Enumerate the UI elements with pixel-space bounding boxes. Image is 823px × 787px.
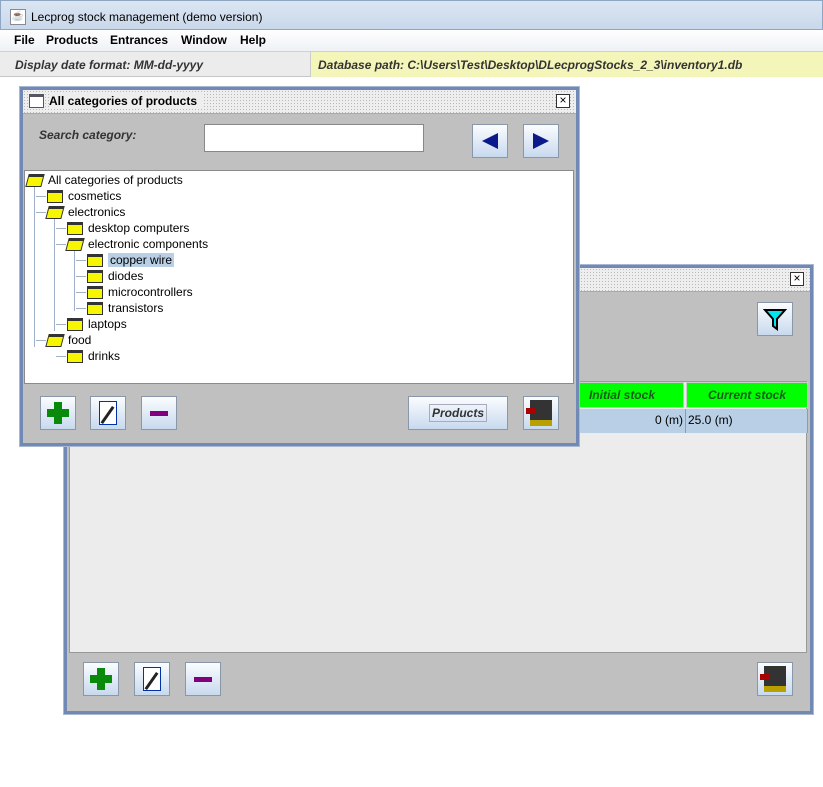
tree-node[interactable]: electronic components xyxy=(56,236,209,252)
menu-help[interactable]: Help xyxy=(240,33,266,47)
menu-window[interactable]: Window xyxy=(181,33,227,47)
tree-node-label: laptops xyxy=(88,317,127,331)
categories-frame-titlebar[interactable]: All categories of products × xyxy=(23,90,576,114)
tree-node[interactable]: diodes xyxy=(76,268,144,284)
tree-node-label: cosmetics xyxy=(68,189,122,203)
folder-icon xyxy=(67,317,83,331)
tree-line xyxy=(76,308,86,309)
minus-icon xyxy=(194,676,212,682)
folder-open-icon xyxy=(45,333,65,347)
tree-line xyxy=(56,228,66,229)
exit-button[interactable] xyxy=(757,662,793,696)
window-titlebar: ☕ Lecprog stock management (demo version… xyxy=(0,0,823,30)
tree-node[interactable]: transistors xyxy=(76,300,164,316)
tree-line xyxy=(54,219,55,331)
folder-icon xyxy=(87,301,103,315)
exit-door-icon xyxy=(526,400,552,426)
delete-product-button[interactable] xyxy=(185,662,221,696)
edit-icon xyxy=(99,401,117,425)
search-label: Search category: xyxy=(39,128,137,142)
tree-line xyxy=(76,292,86,293)
column-header-current-stock[interactable]: Current stock xyxy=(686,382,808,408)
edit-product-button[interactable] xyxy=(134,662,170,696)
folder-open-icon xyxy=(65,237,85,251)
folder-open-icon xyxy=(25,173,45,187)
date-format-label: Display date format: MM-dd-yyyy xyxy=(15,58,204,72)
tree-line xyxy=(56,356,66,357)
previous-button[interactable] xyxy=(472,124,508,158)
tree-node[interactable]: All categories of products xyxy=(25,172,183,188)
exit-button[interactable] xyxy=(523,396,559,430)
arrow-left-icon xyxy=(482,133,498,149)
tree-node-label: transistors xyxy=(108,301,164,315)
close-icon[interactable]: × xyxy=(556,94,570,108)
folder-icon xyxy=(87,269,103,283)
tree-line xyxy=(76,276,86,277)
tree-node-label: diodes xyxy=(108,269,144,283)
frame-title: All categories of products xyxy=(49,94,204,108)
tree-line xyxy=(36,340,46,341)
database-path-label: Database path: C:\Users\Test\Desktop\DLe… xyxy=(310,52,823,77)
tree-node[interactable]: laptops xyxy=(56,316,127,332)
tree-node[interactable]: copper wire xyxy=(76,252,175,268)
edit-category-button[interactable] xyxy=(90,396,126,430)
tree-line xyxy=(36,212,46,213)
tree-node-label: electronic components xyxy=(88,237,209,251)
add-category-button[interactable] xyxy=(40,396,76,430)
minus-icon xyxy=(150,410,168,416)
tree-node-label: desktop computers xyxy=(88,221,190,235)
filter-icon xyxy=(763,309,787,331)
java-app-icon: ☕ xyxy=(10,9,26,25)
category-tree: All categories of products cosmetics elect… xyxy=(24,170,574,384)
tree-node[interactable]: desktop computers xyxy=(56,220,190,236)
plus-icon xyxy=(47,402,69,424)
filter-button[interactable] xyxy=(757,302,793,336)
products-button[interactable]: Products xyxy=(408,396,508,430)
tree-node[interactable]: cosmetics xyxy=(36,188,122,204)
tree-node-label: drinks xyxy=(88,349,121,363)
exit-door-icon xyxy=(760,666,786,692)
menu-bar: File Products Entrances Window Help xyxy=(0,30,823,52)
add-product-button[interactable] xyxy=(83,662,119,696)
tree-line xyxy=(56,244,66,245)
folder-icon xyxy=(47,189,63,203)
plus-icon xyxy=(90,668,112,690)
tree-line xyxy=(74,251,75,311)
edit-icon xyxy=(143,667,161,691)
tree-node[interactable]: microcontrollers xyxy=(76,284,193,300)
delete-category-button[interactable] xyxy=(141,396,177,430)
tree-line xyxy=(36,196,46,197)
tree-node[interactable]: drinks xyxy=(56,348,121,364)
close-icon[interactable]: × xyxy=(790,272,804,286)
tree-node-label: microcontrollers xyxy=(108,285,193,299)
products-button-label: Products xyxy=(428,404,487,422)
tree-line xyxy=(76,260,86,261)
folder-icon xyxy=(67,221,83,235)
tree-node[interactable]: electronics xyxy=(36,204,126,220)
tree-node-label: All categories of products xyxy=(48,173,183,187)
window-title: Lecprog stock management (demo version) xyxy=(31,10,263,24)
tree-node-label: food xyxy=(68,333,92,347)
folder-icon xyxy=(87,285,103,299)
folder-icon xyxy=(87,253,103,267)
folder-icon xyxy=(67,349,83,363)
tree-line xyxy=(56,324,66,325)
frame-window-icon xyxy=(29,94,44,108)
menu-entrances[interactable]: Entrances xyxy=(110,33,168,47)
menu-products[interactable]: Products xyxy=(46,33,98,47)
menu-file[interactable]: File xyxy=(14,33,35,47)
search-category-input[interactable] xyxy=(204,124,424,152)
status-bar: Display date format: MM-dd-yyyy Database… xyxy=(0,52,823,77)
categories-frame: All categories of products × Search cate… xyxy=(20,87,579,446)
tree-node-label: electronics xyxy=(68,205,126,219)
tree-node[interactable]: food xyxy=(36,332,92,348)
folder-open-icon xyxy=(45,205,65,219)
tree-node-label: copper wire xyxy=(108,253,175,267)
tree-line xyxy=(34,187,35,347)
arrow-right-icon xyxy=(533,133,549,149)
next-button[interactable] xyxy=(523,124,559,158)
table-cell-current-stock[interactable]: 25.0 (m) xyxy=(686,409,808,433)
